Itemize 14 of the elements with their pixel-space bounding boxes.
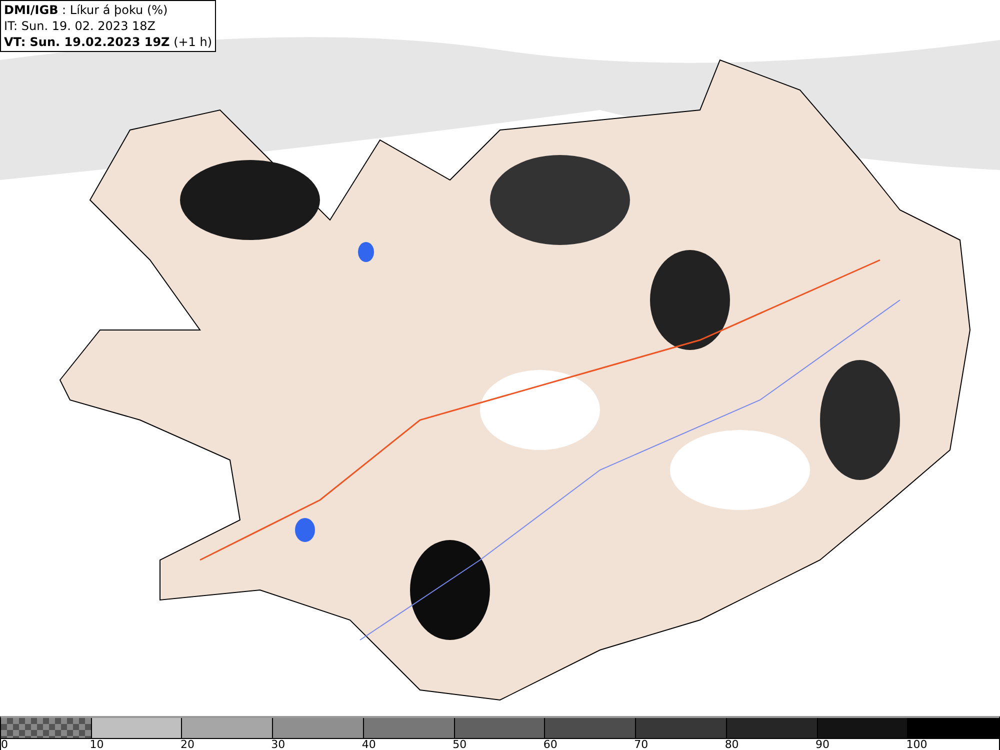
legend-label: 60 [543,739,558,750]
legend-label: 30 [271,739,286,750]
legend-label: 90 [816,739,830,750]
legend-label: 70 [634,739,648,750]
legend-label: 100 [906,739,928,750]
legend-label: 50 [452,739,467,750]
legend-label: 80 [724,739,739,750]
info-text: VT: Sun. 19.02.2023 19Z (+1 h) [4,34,212,50]
legend-label: 40 [362,739,376,750]
info-text: DMI/IGB : Líkur á þoku (%) [4,2,169,18]
legend-label: 20 [180,739,194,750]
legend-label: 0 [1,739,8,750]
info-text: IT: Sun. 19. 02. 2023 18Z [4,18,157,34]
legend-label: 10 [90,739,104,750]
